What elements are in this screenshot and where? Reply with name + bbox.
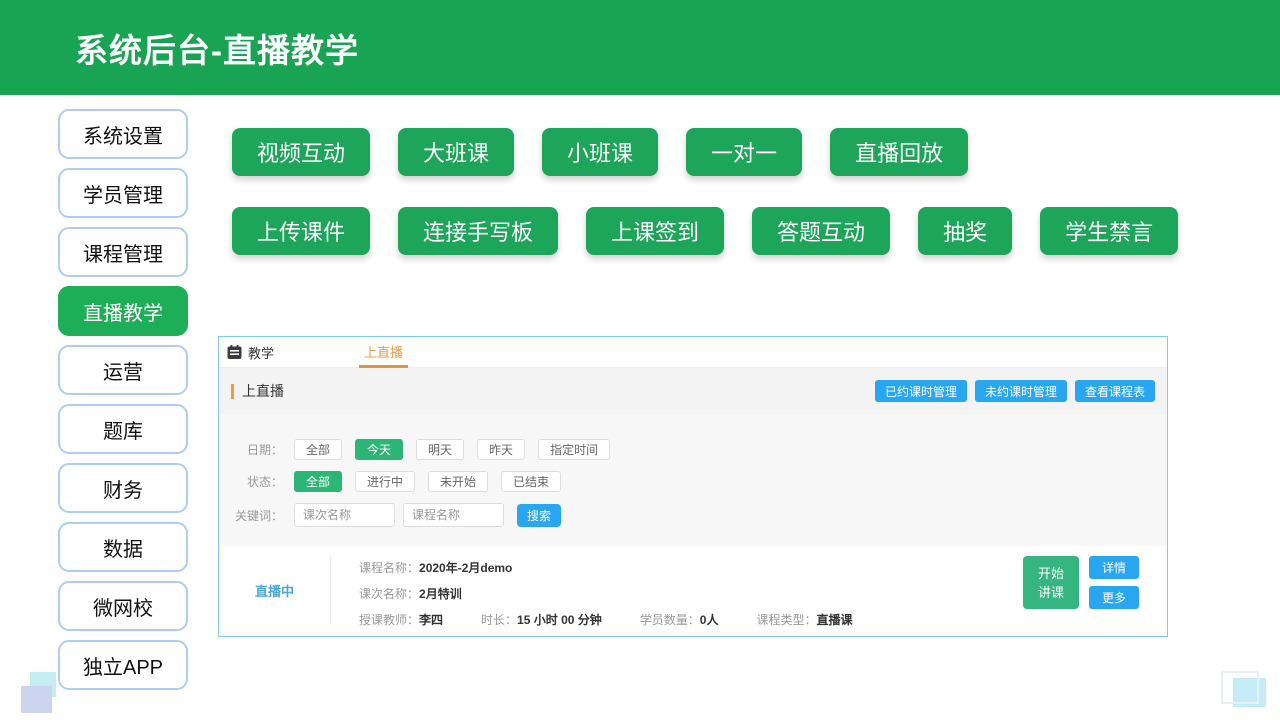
- date-filter-label: 日期：: [233, 441, 283, 458]
- keyword-filter-label: 关键词：: [233, 507, 283, 524]
- feature-large-class[interactable]: 大班课: [398, 128, 514, 176]
- status-filter-label: 状态：: [233, 473, 283, 490]
- sidebar-item-micro-school[interactable]: 微网校: [58, 581, 188, 631]
- view-schedule-button[interactable]: 查看课程表: [1075, 380, 1155, 402]
- page-title: 系统后台-直播教学: [75, 24, 359, 72]
- lesson-name-label: 课次名称：: [359, 585, 419, 602]
- feature-upload-courseware[interactable]: 上传课件: [232, 207, 370, 255]
- sidebar: 系统设置 学员管理 课程管理 直播教学 运营 题库 财务 数据 微网校 独立AP…: [58, 109, 188, 690]
- more-button[interactable]: 更多: [1089, 586, 1139, 609]
- status-option-all[interactable]: 全部: [294, 471, 342, 492]
- students-value: 0人: [700, 611, 719, 628]
- course-type-value: 直播课: [816, 611, 852, 628]
- course-details: 课程名称： 2020年-2月demo 课次名称： 2月特训 授课教师： 李四 时…: [331, 546, 1023, 635]
- date-option-today[interactable]: 今天: [355, 439, 403, 460]
- sidebar-item-finance[interactable]: 财务: [58, 463, 188, 513]
- section-title: 上直播: [242, 381, 284, 401]
- date-option-all[interactable]: 全部: [294, 439, 342, 460]
- lesson-name-line: 课次名称： 2月特训: [359, 580, 1023, 606]
- status-option-ongoing[interactable]: 进行中: [355, 471, 415, 492]
- date-option-tomorrow[interactable]: 明天: [416, 439, 464, 460]
- sidebar-item-operations[interactable]: 运营: [58, 345, 188, 395]
- sidebar-item-live-teaching[interactable]: 直播教学: [58, 286, 188, 336]
- feature-one-on-one[interactable]: 一对一: [686, 128, 802, 176]
- sidebar-item-system-settings[interactable]: 系统设置: [58, 109, 188, 159]
- row-actions: 开始讲课 详情 更多: [1023, 546, 1167, 635]
- panel-app-label: 教学: [248, 343, 274, 362]
- feature-row-1: 视频互动 大班课 小班课 一对一 直播回放: [232, 128, 1178, 176]
- tab-go-live[interactable]: 上直播: [359, 337, 408, 368]
- search-button[interactable]: 搜索: [517, 504, 561, 527]
- status-option-ended[interactable]: 已结束: [501, 471, 561, 492]
- sidebar-item-data[interactable]: 数据: [58, 522, 188, 572]
- section-accent-bar: [231, 384, 234, 399]
- course-name-input[interactable]: [403, 503, 504, 527]
- course-name-line: 课程名称： 2020年-2月demo: [359, 554, 1023, 580]
- start-teaching-button[interactable]: 开始讲课: [1023, 556, 1079, 609]
- live-admin-panel: 教学 上直播 上直播 已约课时管理 未约课时管理 查看课程表 日期： 全部 今天…: [218, 336, 1168, 637]
- feature-small-class[interactable]: 小班课: [542, 128, 658, 176]
- feature-connect-tablet[interactable]: 连接手写板: [398, 207, 558, 255]
- sidebar-item-student-management[interactable]: 学员管理: [58, 168, 188, 218]
- status-filter-row: 状态： 全部 进行中 未开始 已结束: [233, 471, 1167, 492]
- course-name-value: 2020年-2月demo: [419, 559, 512, 576]
- detail-button[interactable]: 详情: [1089, 556, 1139, 579]
- booked-hours-button[interactable]: 已约课时管理: [875, 380, 967, 402]
- panel-tabbar: 教学 上直播: [219, 337, 1167, 368]
- date-option-custom[interactable]: 指定时间: [538, 439, 610, 460]
- row-action-column: 详情 更多: [1089, 556, 1139, 635]
- feature-student-mute[interactable]: 学生禁言: [1040, 207, 1178, 255]
- section-title-wrap: 上直播: [231, 381, 284, 401]
- decor-square-outline-right: [1221, 671, 1259, 704]
- status-option-not-started[interactable]: 未开始: [428, 471, 488, 492]
- feature-video-interaction[interactable]: 视频互动: [232, 128, 370, 176]
- sidebar-item-question-bank[interactable]: 题库: [58, 404, 188, 454]
- feature-lucky-draw[interactable]: 抽奖: [918, 207, 1012, 255]
- feature-row-2: 上传课件 连接手写板 上课签到 答题互动 抽奖 学生禁言: [232, 207, 1178, 255]
- page-header: 系统后台-直播教学: [0, 0, 1280, 95]
- teacher-label: 授课教师：: [359, 611, 419, 628]
- course-name-label: 课程名称：: [359, 559, 419, 576]
- decor-square-lavender-left: [21, 686, 52, 713]
- date-filter-row: 日期： 全部 今天 明天 昨天 指定时间: [233, 439, 1167, 460]
- live-status-badge: 直播中: [219, 556, 331, 625]
- feature-buttons: 视频互动 大班课 小班课 一对一 直播回放 上传课件 连接手写板 上课签到 答题…: [232, 128, 1178, 286]
- sidebar-item-standalone-app[interactable]: 独立APP: [58, 640, 188, 690]
- filter-area: 日期： 全部 今天 明天 昨天 指定时间 状态： 全部 进行中 未开始 已结束 …: [219, 414, 1167, 546]
- duration-value: 15 小时 00 分钟: [517, 611, 602, 628]
- course-meta-line: 授课教师： 李四 时长： 15 小时 00 分钟 学员数量： 0人 课程类型： …: [359, 606, 1023, 632]
- panel-subheader: 上直播 已约课时管理 未约课时管理 查看课程表: [219, 368, 1167, 414]
- course-row: 直播中 课程名称： 2020年-2月demo 课次名称： 2月特训 授课教师： …: [219, 546, 1167, 635]
- sidebar-item-course-management[interactable]: 课程管理: [58, 227, 188, 277]
- lesson-name-value: 2月特训: [419, 585, 462, 602]
- students-label: 学员数量：: [640, 611, 700, 628]
- feature-class-checkin[interactable]: 上课签到: [586, 207, 724, 255]
- course-type-label: 课程类型：: [756, 611, 816, 628]
- start-teaching-label: 开始讲课: [1037, 564, 1065, 602]
- unbooked-hours-button[interactable]: 未约课时管理: [975, 380, 1067, 402]
- lesson-name-input[interactable]: [294, 503, 395, 527]
- keyword-filter-row: 关键词： 搜索: [233, 503, 1167, 527]
- date-option-yesterday[interactable]: 昨天: [477, 439, 525, 460]
- calendar-icon: [227, 345, 242, 360]
- feature-quiz-interaction[interactable]: 答题互动: [752, 207, 890, 255]
- duration-label: 时长：: [481, 611, 517, 628]
- subheader-actions: 已约课时管理 未约课时管理 查看课程表: [875, 380, 1155, 402]
- teacher-value: 李四: [419, 611, 443, 628]
- feature-live-replay[interactable]: 直播回放: [830, 128, 968, 176]
